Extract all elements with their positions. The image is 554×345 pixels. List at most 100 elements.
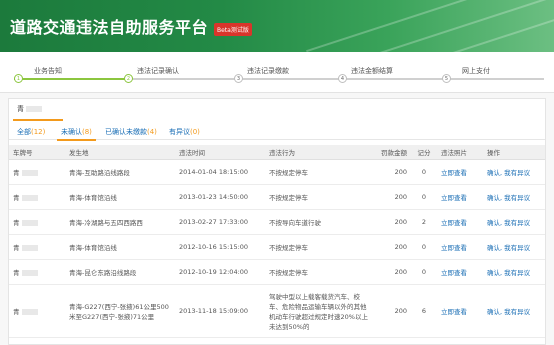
time-cell: 2013-02-27 17:33:00 [175,209,265,235]
filter-tabs: 全部(12) 未确认(8) 已确认未缴款(4) 有异议(0) [9,125,545,141]
header-banner: 道路交通违法自助服务平台 Beta测试版 [0,0,554,52]
col-header-fine: 罚款金额 [373,145,411,160]
view-photo-link[interactable]: 立即查看 [441,219,467,227]
filter-tab-label: 已确认未缴款 [105,128,147,136]
step-dot-1: 1 [14,74,23,83]
col-header-time: 违法时间 [175,145,265,160]
place-cell: 青海-冷湖路与五四西路西 [65,209,175,235]
confirm-link[interactable]: 确认 [487,219,500,227]
dispute-link[interactable]: 我有异议 [504,194,530,202]
step-dot-4: 4 [338,74,347,83]
filter-tab-unconfirmed[interactable]: 未确认(8) [57,127,96,141]
fine-cell: 200 [373,259,411,285]
table-header-row: 车牌号 发生地 违法时间 违法行为 罚款金额 记分 违法照片 操作 [9,145,545,160]
time-cell: 2012-10-19 12:04:00 [175,259,265,285]
col-header-plate: 车牌号 [9,145,65,160]
place-cell: 青海-昆仑东路沿线路段 [65,259,175,285]
step-dot-3: 3 [234,74,243,83]
progress-steps: 业务告知 1 违法记录确认 2 违法记录缴款 3 违法金额结算 4 网上支付 5 [0,52,554,93]
banner-decoration [385,6,554,52]
score-cell: 0 [411,159,437,185]
masked-plate [21,170,38,176]
view-photo-link[interactable]: 立即查看 [441,308,467,316]
score-cell: 6 [411,284,437,338]
score-cell: 0 [411,259,437,285]
filter-tab-label: 有异议 [169,128,190,136]
view-photo-link[interactable]: 立即查看 [441,194,467,202]
filter-tab-label: 未确认 [61,128,82,136]
score-cell: 0 [411,234,437,260]
fine-cell: 200 [373,159,411,185]
score-cell: 2 [411,209,437,235]
filter-tab-count: (12) [31,128,46,136]
filter-tab-disputed[interactable]: 有异议(0) [169,127,200,137]
table-row: 青 青海-冷湖路与五四西路西 2013-02-27 17:33:00 不按导向车… [9,209,545,235]
violation-table: 车牌号 发生地 违法时间 违法行为 罚款金额 记分 违法照片 操作 青 青海-互… [9,145,545,338]
place-cell: 青海-体育馆沿线 [65,234,175,260]
filter-tab-count: (0) [190,128,200,136]
progress-fill [14,78,131,80]
plate-cell: 青 [13,219,20,227]
view-photo-link[interactable]: 立即查看 [441,244,467,252]
time-cell: 2013-01-23 14:50:00 [175,184,265,210]
filter-tab-all[interactable]: 全部(12) [17,127,45,137]
col-header-score: 记分 [411,145,437,160]
dispute-link[interactable]: 我有异议 [504,308,530,316]
act-cell: 不按规定停车 [265,259,373,285]
fine-cell: 200 [373,209,411,235]
table-row: 青 青海-昆仑东路沿线路段 2012-10-19 12:04:00 不按规定停车… [9,259,545,285]
view-photo-link[interactable]: 立即查看 [441,169,467,177]
violation-panel: 青 全部(12) 未确认(8) 已确认未缴款(4) 有异议(0) 车牌号 发生地… [8,98,546,345]
act-cell: 不按规定停车 [265,184,373,210]
confirm-link[interactable]: 确认 [487,169,500,177]
table-row: 青 青海-体育馆沿线 2013-01-23 14:50:00 不按规定停车 20… [9,184,545,210]
place-cell: 青海-体育馆沿线 [65,184,175,210]
fine-cell: 200 [373,284,411,338]
dispute-link[interactable]: 我有异议 [504,269,530,277]
plate-tab[interactable]: 青 [13,99,63,121]
dispute-link[interactable]: 我有异议 [504,169,530,177]
plate-cell: 青 [13,244,20,252]
filter-tab-count: (8) [82,128,92,136]
progress-track [14,78,544,80]
col-header-op: 操作 [483,145,545,160]
step-dot-5: 5 [442,74,451,83]
confirm-link[interactable]: 确认 [487,244,500,252]
col-header-act: 违法行为 [265,145,373,160]
step-dot-2: 2 [124,74,133,83]
time-cell: 2012-10-16 15:15:00 [175,234,265,260]
plate-cell: 青 [13,194,20,202]
table-row: 青 青海-G227(西宁-张掖)61公里500米至G227(西宁-张掖)71公里… [9,284,545,338]
masked-plate [21,270,38,276]
plate-cell: 青 [13,269,20,277]
plate-tab-label: 青 [17,105,24,113]
fine-cell: 200 [373,234,411,260]
confirm-link[interactable]: 确认 [487,194,500,202]
act-cell: 不按规定停车 [265,234,373,260]
plate-cell: 青 [13,308,20,316]
table-row: 青 青海-互助路沿线路段 2014-01-04 18:15:00 不按规定停车 … [9,159,545,185]
masked-plate [26,106,42,112]
beta-badge: Beta测试版 [214,23,252,36]
time-cell: 2013-11-18 15:09:00 [175,284,265,338]
act-cell: 不按导向车道行驶 [265,209,373,235]
masked-plate [21,245,38,251]
place-cell: 青海-互助路沿线路段 [65,159,175,185]
filter-tab-confirmed-unpaid[interactable]: 已确认未缴款(4) [105,127,157,137]
view-photo-link[interactable]: 立即查看 [441,269,467,277]
table-row: 青 青海-体育馆沿线 2012-10-16 15:15:00 不按规定停车 20… [9,234,545,260]
fine-cell: 200 [373,184,411,210]
dispute-link[interactable]: 我有异议 [504,244,530,252]
confirm-link[interactable]: 确认 [487,308,500,316]
act-cell: 不按规定停车 [265,159,373,185]
dispute-link[interactable]: 我有异议 [504,219,530,227]
score-cell: 0 [411,184,437,210]
masked-plate [21,220,38,226]
col-header-photo: 违法照片 [437,145,483,160]
page-title: 道路交通违法自助服务平台 [10,18,209,37]
place-cell: 青海-G227(西宁-张掖)61公里500米至G227(西宁-张掖)71公里 [65,284,175,338]
time-cell: 2014-01-04 18:15:00 [175,159,265,185]
plate-cell: 青 [13,169,20,177]
confirm-link[interactable]: 确认 [487,269,500,277]
filter-tab-label: 全部 [17,128,31,136]
